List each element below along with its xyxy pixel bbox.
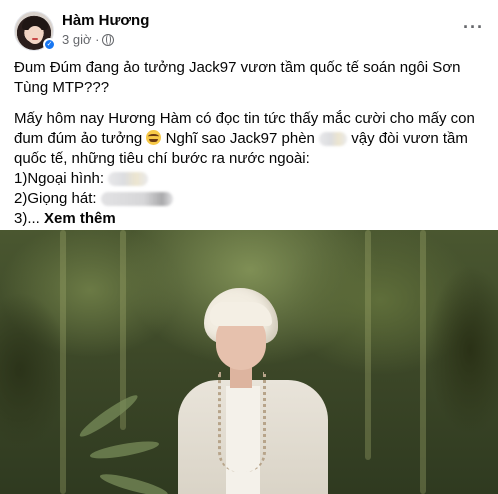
list-item-3: 3)... Xem thêm — [14, 209, 484, 229]
vine — [365, 230, 371, 460]
vine — [420, 230, 426, 494]
post-meta: 3 giờ · — [62, 32, 115, 47]
post-time[interactable]: 3 giờ · — [62, 32, 99, 47]
list-item-1-label: 1)Ngoại hình: — [14, 170, 105, 187]
person-bangs — [210, 302, 272, 326]
leaf — [98, 470, 170, 494]
see-more-link[interactable]: Xem thêm — [44, 210, 116, 227]
vine — [60, 230, 66, 494]
leaf — [76, 390, 141, 441]
list-item-2: 2)Giọng hát: — [14, 189, 484, 209]
facebook-post: ✓ Hàm Hương 3 giờ · ··· Đum Đúm đang ảo … — [0, 0, 498, 494]
post-paragraph: Mấy hôm nay Hương Hàm có đọc tin tức thấ… — [14, 109, 484, 169]
list-item-2-label: 2)Giọng hát: — [14, 190, 97, 207]
list-item-1: 1)Ngoại hình: — [14, 169, 484, 189]
leaf — [88, 437, 160, 462]
person-figure — [172, 288, 332, 494]
more-options-icon[interactable]: ··· — [463, 17, 484, 38]
author-name[interactable]: Hàm Hương — [62, 12, 149, 29]
blurred-text — [100, 192, 173, 207]
paragraph-text-2: Nghĩ sao Jack97 phèn — [165, 130, 315, 147]
post-title-line: Đum Đúm đang ảo tưởng Jack97 vươn tầm qu… — [14, 59, 461, 96]
person-necklace — [218, 372, 266, 472]
avatar-face — [27, 26, 43, 44]
globe-icon — [102, 33, 115, 46]
verified-badge-icon: ✓ — [43, 38, 56, 51]
list-item-3-label: 3)... — [14, 210, 40, 227]
blurred-text — [319, 132, 348, 147]
avatar-lips — [32, 38, 38, 40]
post-text: Đum Đúm đang ảo tưởng Jack97 vươn tầm qu… — [14, 58, 484, 229]
post-photo[interactable] — [0, 230, 498, 494]
post-header: ✓ Hàm Hương 3 giờ · ··· — [14, 9, 484, 51]
laughing-emoji-icon — [146, 130, 162, 145]
blurred-text — [108, 172, 149, 187]
